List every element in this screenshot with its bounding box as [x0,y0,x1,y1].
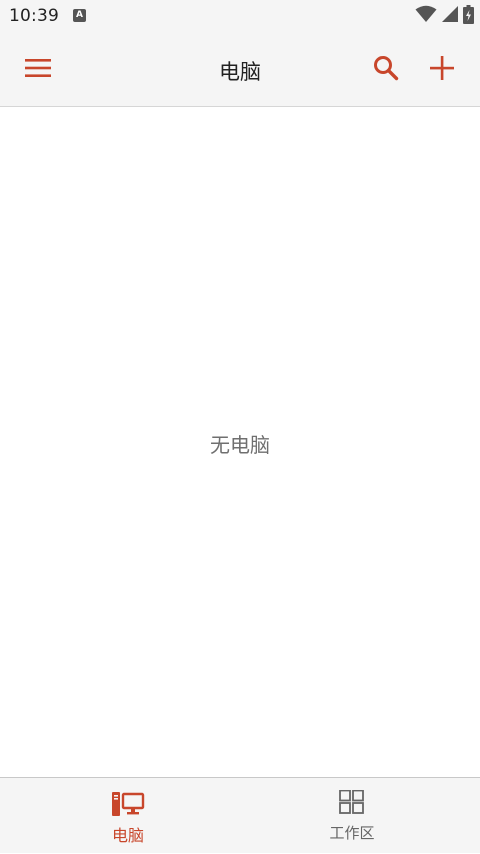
bottom-navigation: 电脑 工作区 [0,777,480,853]
plus-icon [430,56,454,84]
nav-tab-computers[interactable]: 电脑 [8,778,248,854]
workspace-grid-icon [338,790,366,818]
cell-signal-icon [442,6,458,26]
app-bar: 电脑 [0,34,480,107]
menu-button[interactable] [18,50,58,90]
nav-tab-workspaces[interactable]: 工作区 [232,778,472,854]
computer-icon [111,790,145,818]
search-icon [373,55,399,85]
search-button[interactable] [366,50,406,90]
empty-state-message: 无电脑 [210,433,270,457]
status-icons [415,4,474,28]
add-button[interactable] [422,50,462,90]
page-title: 电脑 [219,60,261,84]
notification-icon: A [73,9,86,22]
hamburger-menu-icon [25,58,51,82]
computer-list: 无电脑 [0,107,480,777]
nav-tab-label: 工作区 [329,824,375,842]
battery-charging-icon [463,4,474,28]
status-bar: 10:39 A [0,0,480,34]
nav-tab-label: 电脑 [111,826,144,845]
wifi-icon [415,5,437,27]
status-time: 10:39 [9,6,59,26]
